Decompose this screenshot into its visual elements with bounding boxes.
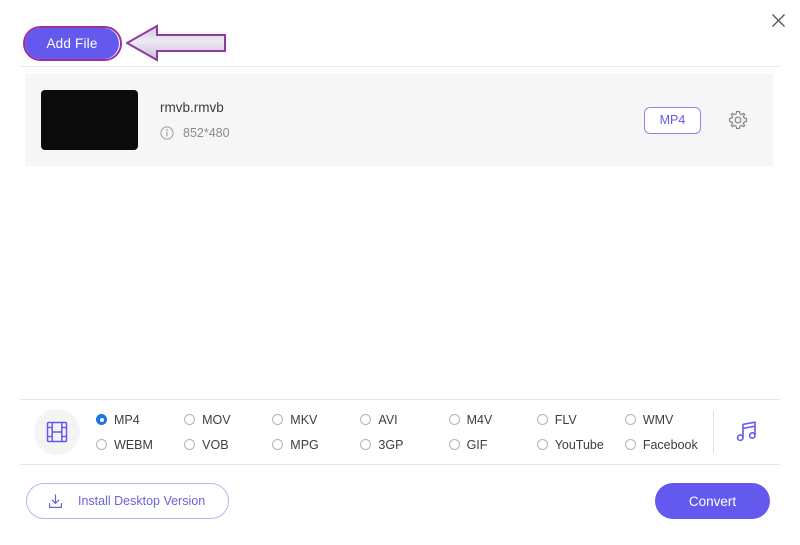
format-label: VOB [202, 437, 229, 452]
convert-button[interactable]: Convert [655, 483, 770, 519]
format-label: YouTube [554, 437, 604, 452]
file-thumbnail [41, 90, 138, 150]
install-desktop-version-button[interactable]: Install Desktop Version [26, 483, 229, 519]
radio-youtube[interactable] [536, 439, 548, 450]
radio-mpg[interactable] [272, 439, 284, 450]
audio-category-button[interactable] [714, 419, 780, 445]
format-label: 3GP [378, 437, 404, 452]
format-label: GIF [466, 437, 488, 452]
file-meta: rmvb.rmvb 852*480 [160, 100, 644, 140]
install-desktop-version-label: Install Desktop Version [78, 494, 206, 508]
radio-flv[interactable] [536, 414, 548, 425]
header: Add File [0, 0, 800, 67]
file-row[interactable]: rmvb.rmvb 852*480 MP4 [25, 74, 773, 166]
format-label: M4V [466, 412, 493, 427]
format-option-youtube[interactable]: YouTube [536, 432, 625, 457]
radio-avi[interactable] [360, 414, 372, 425]
radio-vob[interactable] [184, 439, 196, 450]
format-option-grid: MP4 MOV MKV AVI M4V FLV WMV WEBM VOB MPG… [96, 407, 713, 457]
action-bar: Install Desktop Version Convert [0, 470, 800, 545]
add-file-button[interactable]: Add File [25, 28, 119, 59]
format-option-vob[interactable]: VOB [184, 432, 272, 457]
format-label: MP4 [114, 412, 140, 427]
format-option-mov[interactable]: MOV [184, 407, 272, 432]
format-option-wmv[interactable]: WMV [624, 407, 713, 432]
format-option-webm[interactable]: WEBM [96, 432, 184, 457]
format-option-3gp[interactable]: 3GP [360, 432, 448, 457]
radio-gif[interactable] [448, 439, 460, 450]
format-label: Facebook [642, 437, 698, 452]
format-option-m4v[interactable]: M4V [448, 407, 537, 432]
file-name: rmvb.rmvb [160, 100, 224, 115]
video-category-button[interactable] [34, 409, 80, 455]
radio-mp4[interactable] [96, 414, 107, 425]
info-icon[interactable] [160, 126, 174, 140]
format-option-mp4[interactable]: MP4 [96, 407, 184, 432]
radio-mkv[interactable] [272, 414, 284, 425]
format-option-mkv[interactable]: MKV [272, 407, 360, 432]
radio-wmv[interactable] [624, 414, 636, 425]
gear-icon [729, 111, 747, 129]
format-selector-bar: MP4 MOV MKV AVI M4V FLV WMV WEBM VOB MPG… [20, 399, 780, 465]
radio-webm[interactable] [96, 439, 107, 450]
converter-app: Add File rmvb.rmvb 852*480 MP4 MP4 MOV M… [0, 0, 800, 545]
format-label: MOV [202, 412, 231, 427]
format-label: MKV [290, 412, 318, 427]
format-label: WEBM [114, 437, 153, 452]
format-option-gif[interactable]: GIF [448, 432, 537, 457]
format-option-avi[interactable]: AVI [360, 407, 448, 432]
format-label: FLV [554, 412, 577, 427]
header-divider [20, 66, 780, 67]
file-resolution: 852*480 [183, 126, 230, 140]
film-strip-icon [46, 421, 68, 443]
radio-mov[interactable] [184, 414, 196, 425]
file-list: rmvb.rmvb 852*480 MP4 [25, 74, 773, 166]
download-icon [48, 493, 62, 508]
format-option-facebook[interactable]: Facebook [624, 432, 713, 457]
radio-facebook[interactable] [624, 439, 636, 450]
radio-3gp[interactable] [360, 439, 372, 450]
format-label: WMV [642, 412, 674, 427]
format-label: AVI [378, 412, 398, 427]
format-option-flv[interactable]: FLV [536, 407, 625, 432]
file-settings-button[interactable] [727, 109, 749, 131]
file-details: 852*480 [160, 126, 644, 140]
annotation-arrow-icon [126, 24, 226, 62]
file-format-chip[interactable]: MP4 [644, 106, 701, 134]
format-option-mpg[interactable]: MPG [272, 432, 360, 457]
radio-m4v[interactable] [448, 414, 460, 425]
music-note-icon [736, 421, 756, 442]
add-file-wrap: Add File [25, 28, 119, 59]
format-label: MPG [290, 437, 319, 452]
